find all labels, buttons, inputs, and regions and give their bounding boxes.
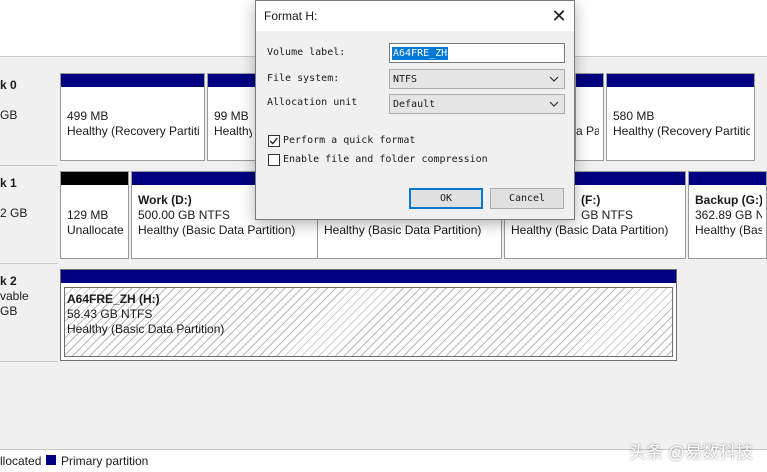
partition-title: A64FRE_ZH (H:) [67, 292, 160, 306]
format-dialog: Format H: ✕ Volume label: A64FRE_ZH File… [255, 0, 575, 220]
disk-2-type: vable [0, 289, 29, 303]
chevron-down-icon [549, 76, 559, 82]
disk-0-size: GB [0, 108, 18, 122]
partition-size: GB NTFS [581, 208, 634, 222]
partition-bar [61, 172, 128, 185]
volume-label-label: Volume label: [267, 47, 346, 58]
legend-primary-label: Primary partition [61, 454, 149, 468]
disk-1-size: 2 GB [0, 206, 28, 220]
partition-size: 580 MB [613, 109, 655, 123]
disk-2-size: GB [0, 304, 18, 318]
partition-status: Healthy (Basic Data Partition) [511, 223, 669, 237]
partition-size: 362.89 GB NTFS [695, 208, 762, 222]
legend-primary-swatch [46, 455, 56, 465]
disk-0-label[interactable]: k 0 GB [0, 74, 58, 166]
watermark-text: 头条 @易数科技 [629, 443, 753, 462]
partition-usb-h[interactable]: A64FRE_ZH (H:) 58.43 GB NTFS Healthy (Ba… [60, 269, 677, 361]
compression-label[interactable]: Enable file and folder compression [283, 154, 488, 165]
close-icon[interactable]: ✕ [546, 3, 572, 29]
partition-recovery-2[interactable]: 580 MB Healthy (Recovery Partitic [606, 73, 755, 161]
partition-status: Healthy (Recovery Partitic [613, 124, 750, 138]
disk-1-name: k 1 [0, 176, 17, 190]
compression-checkbox[interactable] [268, 154, 280, 166]
file-system-value: NTFS [393, 74, 418, 85]
partition-status: Healthy [214, 124, 252, 138]
partition-bar [607, 74, 754, 87]
disk-1-label[interactable]: k 1 2 GB [0, 172, 58, 264]
partition-size: 99 MB [214, 109, 249, 123]
allocation-unit-select[interactable]: Default [389, 94, 565, 114]
partition-size: 129 MB [67, 208, 109, 222]
disk-2-name: k 2 [0, 274, 17, 288]
file-system-select[interactable]: NTFS [389, 69, 565, 89]
disk-0-name: k 0 [0, 78, 17, 92]
partition-bar [61, 74, 204, 87]
partition-size: 58.43 GB NTFS [67, 307, 153, 321]
checkmark-icon [269, 137, 278, 145]
partition-bar [208, 74, 256, 87]
partition-efi[interactable]: 99 MB Healthy [207, 73, 257, 161]
quick-format-label[interactable]: Perform a quick format [283, 135, 415, 146]
partition-status: Unallocate [67, 223, 124, 237]
partition-data-0[interactable]: a Pa [575, 73, 604, 161]
legend-unallocated-label: llocated [0, 454, 42, 468]
file-system-label: File system: [267, 73, 340, 84]
partition-status: Healthy (Basic Data Partition) [138, 223, 296, 237]
partition-backup-g[interactable]: Backup (G:) 362.89 GB NTFS Healthy (Basi… [688, 171, 767, 259]
partition-size: 499 MB [67, 109, 109, 123]
volume-label-input[interactable]: A64FRE_ZH [389, 43, 565, 63]
allocation-unit-label: Allocation unit [267, 97, 358, 108]
partition-status: Healthy (Basic Data Partition) [67, 322, 225, 336]
partition-bar [61, 270, 676, 283]
ok-button[interactable]: OK [409, 188, 483, 209]
allocation-unit-value: Default [393, 99, 436, 110]
partition-status: Healthy (Basic Data Partition) [324, 223, 482, 237]
quick-format-checkbox[interactable] [268, 135, 280, 147]
volume-label-value: A64FRE_ZH [392, 47, 449, 60]
partition-status: Healthy (Recovery Partiti [67, 124, 200, 138]
disk-2-label[interactable]: k 2 vable GB [0, 270, 58, 362]
cancel-button[interactable]: Cancel [490, 188, 564, 209]
partition-title: (F:) [581, 193, 601, 207]
partition-recovery-1[interactable]: 499 MB Healthy (Recovery Partiti [60, 73, 205, 161]
partition-bar [689, 172, 766, 185]
partition-bar [576, 74, 603, 87]
dialog-title: Format H: [264, 9, 318, 23]
partition-status: a Pa [576, 124, 599, 138]
partition-unallocated[interactable]: 129 MB Unallocate [60, 171, 129, 259]
chevron-down-icon [549, 101, 559, 107]
partition-status: Healthy (Basic [695, 223, 762, 237]
partition-title: Backup (G:) [695, 193, 762, 207]
